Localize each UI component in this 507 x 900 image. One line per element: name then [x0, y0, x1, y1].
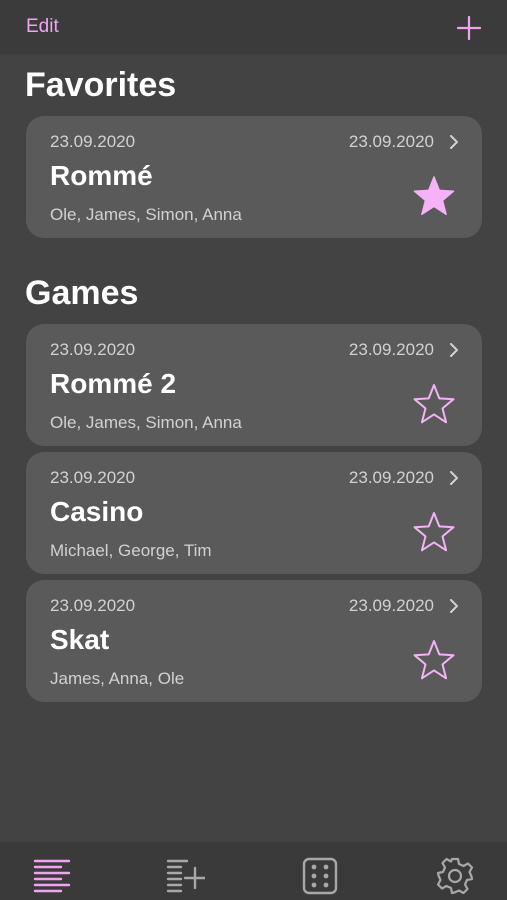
- players-list: James, Anna, Ole: [50, 669, 185, 688]
- star-outline-icon[interactable]: [412, 638, 456, 682]
- list-icon[interactable]: [32, 856, 72, 896]
- game-card-0[interactable]: 23.09.2020 23.09.2020 Rommé 2 Ole, James…: [26, 324, 482, 446]
- game-card-2[interactable]: 23.09.2020 23.09.2020 Skat James, Anna, …: [26, 580, 482, 702]
- navigation-bar: Edit: [0, 0, 507, 54]
- gear-icon[interactable]: [435, 856, 475, 896]
- chevron-right-icon: [450, 135, 458, 149]
- start-date: 23.09.2020: [50, 132, 136, 151]
- dice-icon[interactable]: [300, 856, 340, 896]
- star-outline-icon[interactable]: [412, 510, 456, 554]
- game-title: Skat: [50, 624, 110, 655]
- games-heading: Games: [25, 274, 139, 312]
- chevron-right-icon: [450, 343, 458, 357]
- star-outline-icon[interactable]: [412, 382, 456, 426]
- star-filled-icon[interactable]: [412, 174, 456, 218]
- start-date: 23.09.2020: [50, 468, 136, 487]
- start-date: 23.09.2020: [50, 340, 136, 359]
- favorites-heading: Favorites: [25, 66, 177, 104]
- end-date: 23.09.2020: [348, 132, 434, 151]
- game-title: Rommé 2: [50, 368, 177, 399]
- players-list: Ole, James, Simon, Anna: [50, 413, 242, 432]
- players-list: Ole, James, Simon, Anna: [50, 205, 242, 224]
- game-title: Rommé: [50, 160, 153, 191]
- game-title: Casino: [50, 496, 144, 527]
- game-card-1[interactable]: 23.09.2020 23.09.2020 Casino Michael, Ge…: [26, 452, 482, 574]
- end-date: 23.09.2020: [348, 468, 434, 487]
- game-card-favorite-0[interactable]: 23.09.2020 23.09.2020 Rommé Ole, James, …: [26, 116, 482, 238]
- players-list: Michael, George, Tim: [50, 541, 212, 560]
- edit-button[interactable]: Edit: [26, 16, 59, 38]
- tab-bar: [0, 842, 507, 900]
- chevron-right-icon: [450, 599, 458, 613]
- add-list-icon[interactable]: [165, 856, 205, 896]
- end-date: 23.09.2020: [348, 596, 434, 615]
- plus-icon[interactable]: [457, 16, 481, 40]
- end-date: 23.09.2020: [348, 340, 434, 359]
- start-date: 23.09.2020: [50, 596, 136, 615]
- chevron-right-icon: [450, 471, 458, 485]
